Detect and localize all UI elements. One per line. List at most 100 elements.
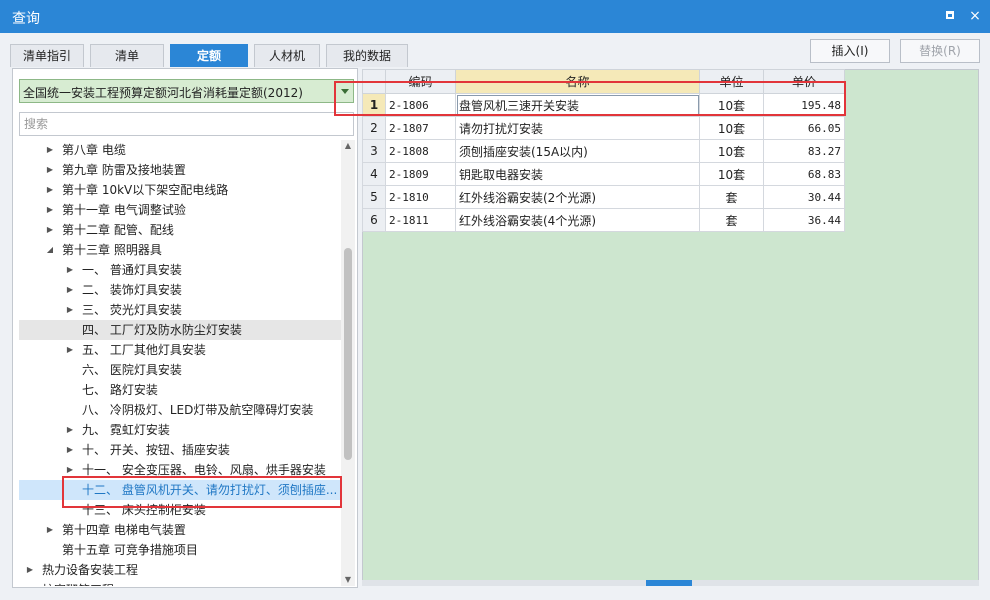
scrollbar-grip[interactable] bbox=[646, 580, 692, 586]
tree-item[interactable]: ▶ 第九章 防雷及接地装置 bbox=[19, 160, 341, 180]
tree-item[interactable]: 七、 路灯安装 bbox=[19, 380, 341, 400]
row-number[interactable]: 4 bbox=[362, 162, 386, 186]
expand-arrow-icon[interactable]: ▶ bbox=[65, 460, 75, 480]
expand-arrow-icon[interactable]: ▶ bbox=[65, 340, 75, 360]
scrollbar-thumb[interactable] bbox=[344, 248, 352, 460]
maximize-button[interactable] bbox=[942, 7, 960, 25]
tree-item-label: 十一、 安全变压器、电铃、风扇、烘手器安装 bbox=[82, 463, 326, 477]
tree-item[interactable]: ▶ 九、 霓虹灯安装 bbox=[19, 420, 341, 440]
quota-library-select[interactable]: 全国统一安装工程预算定额河北省消耗量定额(2012) bbox=[19, 79, 354, 103]
tree-item[interactable]: ▶ 三、 荧光灯具安装 bbox=[19, 300, 341, 320]
expand-arrow-icon[interactable]: ▶ bbox=[45, 220, 55, 240]
tree-item[interactable]: ▶ 二、 装饰灯具安装 bbox=[19, 280, 341, 300]
column-header-name[interactable]: 名称 bbox=[455, 69, 700, 94]
table-row[interactable]: 2 2-1807 请勿打扰灯安装 10套 66.05 bbox=[362, 116, 845, 140]
table-row[interactable]: 3 2-1808 须刨插座安装(15A以内) 10套 83.27 bbox=[362, 139, 845, 163]
unit-cell[interactable]: 10套 bbox=[699, 162, 764, 186]
price-cell[interactable]: 66.05 bbox=[763, 116, 845, 140]
tab-quota[interactable]: 定额 bbox=[170, 44, 248, 67]
row-number[interactable]: 1 bbox=[362, 93, 386, 117]
tree-item[interactable]: 八、 冷阴极灯、LED灯带及航空障碍灯安装 bbox=[19, 400, 341, 420]
tree-item[interactable]: 第十五章 可竞争措施项目 bbox=[19, 540, 341, 560]
table-row[interactable]: 1 2-1806 盘管风机三速开关安装 10套 195.48 bbox=[362, 93, 845, 117]
expand-arrow-icon[interactable]: ▶ bbox=[65, 420, 75, 440]
tree-item[interactable]: 十三、 床头控制柜安装 bbox=[19, 500, 341, 520]
unit-cell[interactable]: 10套 bbox=[699, 139, 764, 163]
code-cell[interactable]: 2-1808 bbox=[385, 139, 456, 163]
unit-cell[interactable]: 套 bbox=[699, 185, 764, 209]
name-cell[interactable]: 请勿打扰灯安装 bbox=[455, 116, 700, 140]
row-number[interactable]: 6 bbox=[362, 208, 386, 232]
tree-item[interactable]: ▶ 第八章 电缆 bbox=[19, 140, 341, 160]
tab-labor-material-machine[interactable]: 人材机 bbox=[254, 44, 320, 67]
code-cell[interactable]: 2-1810 bbox=[385, 185, 456, 209]
table-row[interactable]: 5 2-1810 红外线浴霸安装(2个光源) 套 30.44 bbox=[362, 185, 845, 209]
expand-arrow-icon[interactable]: ▶ bbox=[65, 280, 75, 300]
tree-item[interactable]: ▶ 第十二章 配管、配线 bbox=[19, 220, 341, 240]
table-row[interactable]: 6 2-1811 红外线浴霸安装(4个光源) 套 36.44 bbox=[362, 208, 845, 232]
code-cell[interactable]: 2-1807 bbox=[385, 116, 456, 140]
unit-cell[interactable]: 套 bbox=[699, 208, 764, 232]
column-header-unit[interactable]: 单位 bbox=[699, 69, 764, 94]
expand-arrow-icon[interactable]: ▶ bbox=[65, 260, 75, 280]
row-number[interactable]: 2 bbox=[362, 116, 386, 140]
column-header-price[interactable]: 单价 bbox=[763, 69, 845, 94]
expand-arrow-icon[interactable]: ▶ bbox=[25, 560, 35, 580]
insert-button[interactable]: 插入(I) bbox=[810, 39, 890, 63]
scroll-up-icon[interactable]: ▲ bbox=[341, 140, 355, 152]
name-cell[interactable]: 红外线浴霸安装(2个光源) bbox=[455, 185, 700, 209]
tree-item-label: 第八章 电缆 bbox=[62, 143, 126, 157]
price-cell[interactable]: 83.27 bbox=[763, 139, 845, 163]
tree-item-label: 四、 工厂灯及防水防尘灯安装 bbox=[82, 323, 242, 337]
unit-cell[interactable]: 10套 bbox=[699, 93, 764, 117]
table-row[interactable]: 4 2-1809 钥匙取电器安装 10套 68.83 bbox=[362, 162, 845, 186]
expand-arrow-icon[interactable]: ▶ bbox=[45, 520, 55, 540]
tree-item[interactable]: 炉窑砌筑工程 bbox=[19, 580, 341, 586]
tree-item[interactable]: ▶ 一、 普通灯具安装 bbox=[19, 260, 341, 280]
horizontal-scrollbar[interactable] bbox=[362, 580, 979, 586]
tree-item[interactable]: ▶ 十一、 安全变压器、电铃、风扇、烘手器安装 bbox=[19, 460, 341, 480]
collapse-arrow-icon[interactable]: ◢ bbox=[45, 240, 55, 260]
name-cell[interactable]: 红外线浴霸安装(4个光源) bbox=[455, 208, 700, 232]
code-cell[interactable]: 2-1811 bbox=[385, 208, 456, 232]
chevron-down-icon[interactable] bbox=[337, 83, 351, 99]
tree-item[interactable]: 四、 工厂灯及防水防尘灯安装 bbox=[19, 320, 341, 340]
tree-item[interactable]: ▶ 第十一章 电气调整试验 bbox=[19, 200, 341, 220]
name-cell[interactable]: 须刨插座安装(15A以内) bbox=[455, 139, 700, 163]
expand-arrow-icon[interactable]: ▶ bbox=[45, 180, 55, 200]
expand-arrow-icon[interactable]: ▶ bbox=[65, 440, 75, 460]
tab-my-data[interactable]: 我的数据 bbox=[326, 44, 408, 67]
row-number[interactable]: 5 bbox=[362, 185, 386, 209]
expand-arrow-icon[interactable]: ▶ bbox=[45, 160, 55, 180]
price-cell[interactable]: 36.44 bbox=[763, 208, 845, 232]
name-cell[interactable]: 盘管风机三速开关安装 bbox=[455, 93, 700, 117]
tree-item[interactable]: ▶ 第十四章 电梯电气装置 bbox=[19, 520, 341, 540]
tree-item[interactable]: ▶ 第十章 10kV以下架空配电线路 bbox=[19, 180, 341, 200]
tab-bill[interactable]: 清单 bbox=[90, 44, 164, 67]
tree-item[interactable]: 十二、 盘管风机开关、请勿打扰灯、须刨插座... bbox=[19, 480, 341, 500]
code-cell[interactable]: 2-1806 bbox=[385, 93, 456, 117]
tree-scrollbar[interactable]: ▲ ▼ bbox=[341, 140, 355, 586]
search-input[interactable] bbox=[19, 112, 354, 136]
tree-item[interactable]: ▶ 五、 工厂其他灯具安装 bbox=[19, 340, 341, 360]
column-header-code[interactable]: 编码 bbox=[385, 69, 456, 94]
expand-arrow-icon[interactable]: ▶ bbox=[65, 300, 75, 320]
code-cell[interactable]: 2-1809 bbox=[385, 162, 456, 186]
expand-arrow-icon[interactable]: ▶ bbox=[45, 200, 55, 220]
tree-item[interactable]: ▶ 十、 开关、按钮、插座安装 bbox=[19, 440, 341, 460]
tree-item[interactable]: 六、 医院灯具安装 bbox=[19, 360, 341, 380]
scroll-down-icon[interactable]: ▼ bbox=[341, 574, 355, 586]
row-number[interactable]: 3 bbox=[362, 139, 386, 163]
price-cell[interactable]: 30.44 bbox=[763, 185, 845, 209]
tab-bill-guide[interactable]: 清单指引 bbox=[10, 44, 84, 67]
tree-item[interactable]: ◢ 第十三章 照明器具 bbox=[19, 240, 341, 260]
name-cell[interactable]: 钥匙取电器安装 bbox=[455, 162, 700, 186]
unit-cell[interactable]: 10套 bbox=[699, 116, 764, 140]
tree-item-label: 炉窑砌筑工程 bbox=[42, 580, 114, 586]
expand-arrow-icon[interactable]: ▶ bbox=[45, 140, 55, 160]
replace-button[interactable]: 替换(R) bbox=[900, 39, 980, 63]
close-button[interactable]: × bbox=[966, 7, 984, 25]
tree-item[interactable]: ▶ 热力设备安装工程 bbox=[19, 560, 341, 580]
price-cell[interactable]: 195.48 bbox=[763, 93, 845, 117]
price-cell[interactable]: 68.83 bbox=[763, 162, 845, 186]
